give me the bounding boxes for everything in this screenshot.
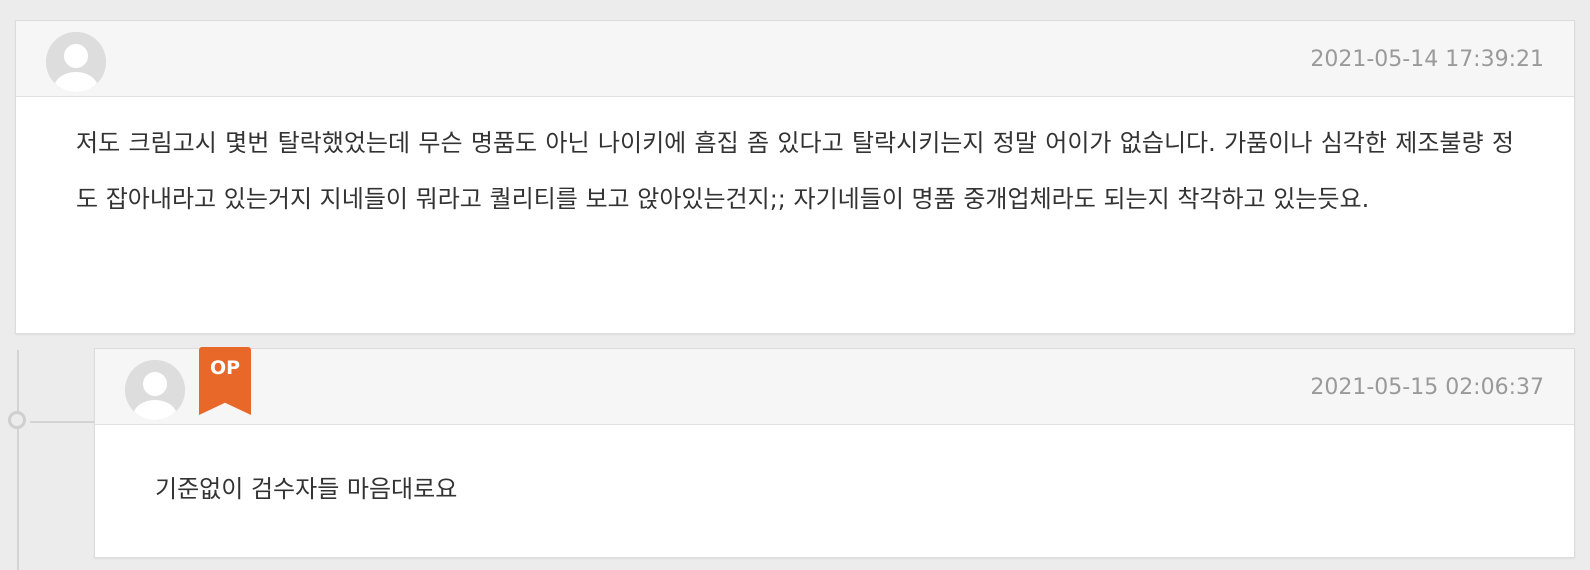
thread-branch-line: [30, 421, 94, 423]
thread-node-icon: [8, 411, 26, 429]
avatar-icon[interactable]: [46, 32, 106, 92]
comment: 2021-05-14 17:39:21 저도 크림고시 몇번 탈락했었는데 무슨…: [15, 20, 1575, 334]
comment-text: 저도 크림고시 몇번 탈락했었는데 무슨 명품도 아닌 나이키에 흠집 좀 있다…: [76, 129, 1514, 213]
thread-line: [17, 350, 19, 570]
comment-timestamp: 2021-05-15 02:06:37: [1310, 375, 1544, 400]
comment-text: 기준없이 검수자들 마음대로요: [155, 475, 458, 503]
comment-header: 2021-05-14 17:39:21: [16, 21, 1574, 97]
avatar-icon[interactable]: [125, 360, 185, 420]
op-badge: OP: [199, 347, 251, 415]
comment-header: OP 2021-05-15 02:06:37: [95, 347, 1574, 425]
reply-comment: OP 2021-05-15 02:06:37 기준없이 검수자들 마음대로요: [94, 347, 1575, 558]
comment-timestamp: 2021-05-14 17:39:21: [1310, 47, 1544, 72]
